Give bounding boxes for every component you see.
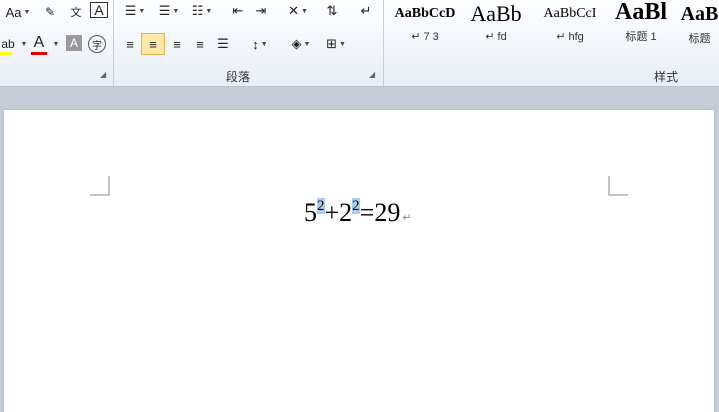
change-case-button[interactable]: Aa ▼ bbox=[3, 2, 33, 22]
change-case-label: Aa bbox=[5, 4, 22, 20]
font-color-swatch bbox=[31, 52, 47, 55]
style-sample: AaBl bbox=[614, 0, 667, 24]
style-name: ↵ fd bbox=[485, 31, 507, 43]
equation-result: 29 bbox=[374, 198, 401, 227]
styles-group-label: 样式 bbox=[654, 70, 679, 84]
style-name: 标题 bbox=[688, 33, 711, 45]
style-item[interactable]: AaBb ↵ fd bbox=[462, 0, 530, 50]
bullets-button[interactable]: ☰ ▼ bbox=[120, 1, 150, 21]
font-color-icon[interactable]: A bbox=[30, 33, 48, 53]
group-separator bbox=[113, 0, 114, 86]
paragraph-group-label: 段落 bbox=[226, 70, 251, 84]
style-name: ↵ 7 3 bbox=[411, 31, 439, 43]
numbering-icon: ☰ bbox=[158, 3, 171, 18]
increase-indent-icon[interactable]: ⇥ bbox=[252, 1, 270, 21]
line-spacing-button[interactable]: ↕ ▼ bbox=[246, 34, 274, 54]
show-marks-icon[interactable]: ↵ bbox=[358, 1, 374, 21]
font-dialog-launcher-icon[interactable]: ◢ bbox=[100, 70, 106, 79]
distributed-align-icon[interactable]: ☰ bbox=[213, 34, 233, 54]
style-item[interactable]: AaBbCcI ↵ hfg bbox=[536, 0, 604, 50]
highlight-dropdown[interactable]: ▼ bbox=[18, 34, 28, 54]
document-page[interactable]: 52+22=29 ↵ bbox=[4, 110, 714, 412]
phonetic-guide-icon[interactable]: 文 bbox=[66, 2, 86, 22]
equation-exponent: 2 bbox=[352, 198, 360, 214]
chinese-layout-icon: ✕ bbox=[288, 3, 299, 18]
borders-icon: ⊞ bbox=[326, 36, 337, 51]
style-item[interactable]: AaBbCcD ↵ 7 3 bbox=[392, 0, 458, 50]
align-center-icon[interactable]: ≡ bbox=[141, 33, 165, 55]
equation-operator: + bbox=[324, 198, 340, 227]
char-border-icon[interactable]: A bbox=[90, 2, 108, 18]
equation-base: 5 bbox=[304, 198, 317, 227]
bullets-icon: ☰ bbox=[124, 3, 137, 18]
text-highlight-icon[interactable]: ab bbox=[0, 34, 16, 54]
paint-bucket-icon: ◈ bbox=[291, 36, 302, 51]
line-spacing-icon: ↕ bbox=[252, 36, 259, 52]
style-sample: AaBbCcD bbox=[394, 6, 456, 21]
clear-format-icon[interactable]: ✎ bbox=[40, 2, 60, 22]
numbering-button[interactable]: ☰ ▼ bbox=[154, 1, 184, 21]
justify-icon[interactable]: ≡ bbox=[190, 34, 210, 54]
multilevel-list-icon: ☷ bbox=[191, 3, 204, 18]
style-sample: AaB bbox=[680, 3, 719, 25]
ribbon: Aa ▼ ✎ 文 A ab ▼ A ▼ A 字 ☰ ▼ ☰ ▼ ☷ ▼ ⇤ ⇥ ✕ ▼ ⇅… bbox=[0, 0, 719, 87]
style-name: ↵ hfg bbox=[556, 31, 584, 43]
enclose-char-icon[interactable]: 字 bbox=[88, 35, 106, 53]
chinese-layout-button[interactable]: ✕ ▼ bbox=[283, 1, 313, 21]
borders-button[interactable]: ⊞ ▼ bbox=[322, 34, 350, 54]
style-name: 标题 1 bbox=[625, 31, 657, 43]
style-item[interactable]: AaB 标题 bbox=[680, 0, 719, 50]
paragraph-dialog-launcher-icon[interactable]: ◢ bbox=[369, 70, 375, 79]
multilevel-list-button[interactable]: ☷ ▼ bbox=[188, 1, 216, 21]
paragraph-mark: ↵ bbox=[402, 212, 412, 224]
style-sample: AaBb bbox=[470, 2, 522, 26]
highlight-color-swatch bbox=[0, 52, 12, 55]
margin-corner-mark bbox=[608, 176, 628, 196]
align-left-icon[interactable]: ≡ bbox=[120, 34, 140, 54]
char-shading-icon[interactable]: A bbox=[66, 35, 82, 51]
group-separator bbox=[383, 0, 384, 86]
font-color-dropdown[interactable]: ▼ bbox=[50, 34, 60, 54]
equation-line[interactable]: 52+22=29 ↵ bbox=[304, 198, 412, 228]
style-item[interactable]: AaBl 标题 1 bbox=[610, 0, 672, 50]
equation-operator: = bbox=[359, 198, 375, 227]
sort-icon[interactable]: ⇅ bbox=[322, 1, 342, 21]
equation-base: 2 bbox=[339, 198, 353, 227]
shading-button[interactable]: ◈ ▼ bbox=[287, 34, 315, 54]
decrease-indent-icon[interactable]: ⇤ bbox=[229, 1, 247, 21]
margin-corner-mark bbox=[90, 176, 110, 196]
align-right-icon[interactable]: ≡ bbox=[167, 34, 187, 54]
style-sample: AaBbCcI bbox=[543, 6, 597, 21]
equation-exponent: 2 bbox=[317, 198, 325, 214]
